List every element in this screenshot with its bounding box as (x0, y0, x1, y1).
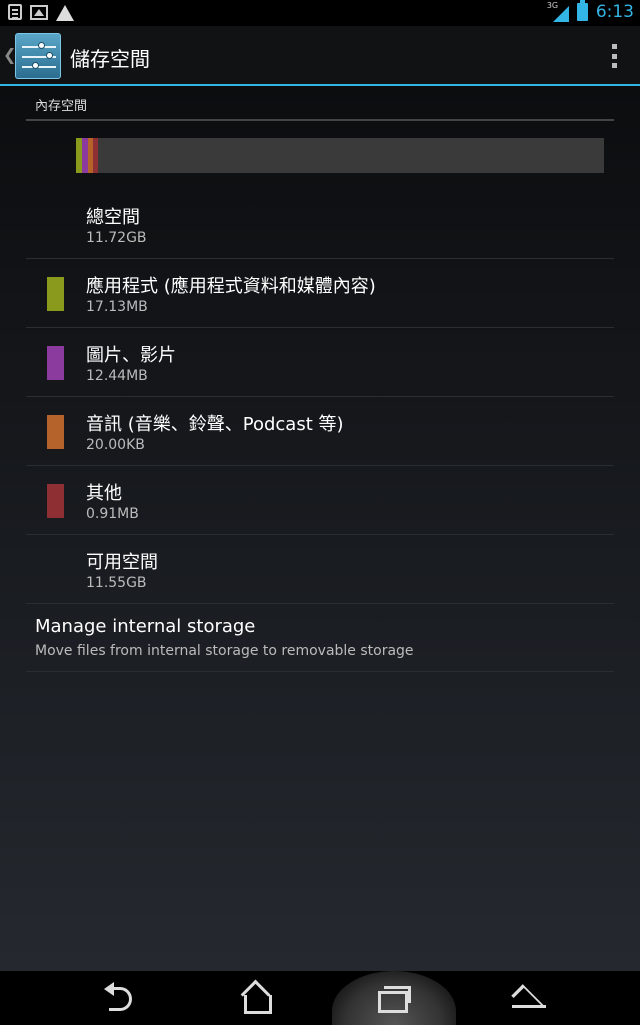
action-bar: ❮ 儲存空間 (0, 26, 640, 86)
storage-item: 總空間 11.72GB (26, 190, 614, 259)
system-icons: 3G 6:13 (547, 0, 634, 22)
page-title: 儲存空間 (70, 47, 150, 71)
storage-item-label: 圖片、影片 (86, 345, 176, 366)
settings-sliders-icon[interactable] (15, 33, 61, 79)
storage-item: 其他 0.91MB (26, 466, 614, 535)
color-swatch (47, 277, 64, 311)
recents-icon[interactable] (374, 981, 414, 1015)
battery-icon (576, 0, 588, 21)
menu-icon[interactable] (510, 981, 550, 1015)
navigation-bar (0, 971, 640, 1025)
notification-icons (8, 4, 74, 21)
color-swatch (47, 346, 64, 380)
home-icon[interactable] (237, 981, 277, 1015)
storage-item: 應用程式 (應用程式資料和媒體內容) 17.13MB (26, 259, 614, 328)
storage-item-label: 可用空間 (86, 552, 158, 573)
storage-item-value: 11.55GB (86, 575, 147, 591)
warning-icon (56, 5, 74, 21)
status-bar: 3G 6:13 (0, 0, 640, 26)
storage-item-value: 20.00KB (86, 437, 145, 453)
signal-icon: 3G (547, 1, 569, 22)
image-icon (30, 5, 48, 20)
color-swatch (47, 415, 64, 449)
storage-item-label: 其他 (86, 483, 122, 504)
usage-segment-misc (92, 138, 99, 173)
clock: 6:13 (595, 2, 634, 22)
storage-item-value: 12.44MB (86, 368, 148, 384)
color-swatch (47, 484, 64, 518)
storage-item-label: 音訊 (音樂、鈴聲、Podcast 等) (86, 414, 344, 435)
storage-item: 音訊 (音樂、鈴聲、Podcast 等) 20.00KB (26, 397, 614, 466)
storage-item-label: 應用程式 (應用程式資料和媒體內容) (86, 276, 376, 297)
battery-note-icon (8, 4, 22, 20)
manage-internal-storage-item[interactable]: Manage internal storage Move files from … (26, 603, 614, 672)
storage-item: 圖片、影片 12.44MB (26, 328, 614, 397)
back-icon[interactable] (101, 981, 141, 1015)
storage-item-value: 17.13MB (86, 299, 148, 315)
storage-usage-bar (76, 138, 604, 173)
storage-item-value: 11.72GB (86, 230, 147, 246)
manage-title: Manage internal storage (35, 616, 256, 637)
section-header-label: 內存空間 (35, 99, 88, 114)
manage-summary: Move files from internal storage to remo… (35, 643, 414, 659)
storage-item: 可用空間 11.55GB (26, 535, 614, 604)
storage-item-value: 0.91MB (86, 506, 139, 522)
section-header: 內存空間 (26, 94, 614, 121)
storage-item-label: 總空間 (86, 207, 140, 228)
signal-bars-icon (552, 6, 569, 22)
overflow-menu-icon[interactable] (612, 44, 618, 68)
